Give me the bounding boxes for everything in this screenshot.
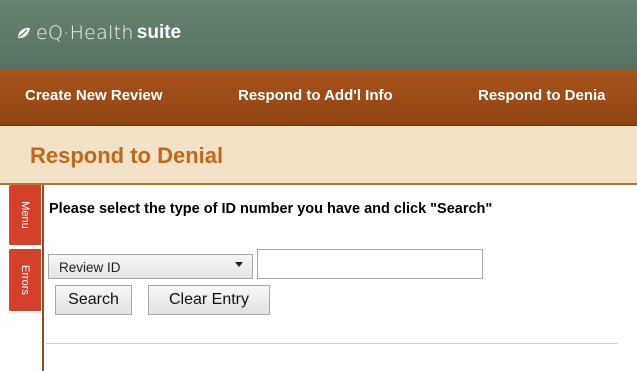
content-left-border <box>42 185 44 371</box>
main-nav: Create New Review Respond to Add'l Info … <box>0 69 637 126</box>
nav-create-new-review[interactable]: Create New Review <box>25 87 163 104</box>
section-divider <box>46 343 618 344</box>
leaf-icon <box>18 27 30 39</box>
page-title: Respond to Denial <box>30 143 224 168</box>
id-type-selected-value: Review ID <box>59 260 121 275</box>
app-logo[interactable]: eQ·Health suite <box>16 20 181 46</box>
title-divider <box>0 183 637 185</box>
nav-respond-addl-info[interactable]: Respond to Add'l Info <box>238 87 393 104</box>
logo-text: eQ·Health <box>36 22 134 44</box>
search-instruction: Please select the type of ID number you … <box>49 201 493 217</box>
errors-tab-label: Errors <box>18 265 31 295</box>
search-button[interactable]: Search <box>55 285 132 315</box>
app-header: eQ·Health suite <box>0 0 637 69</box>
menu-tab[interactable]: Menu <box>9 185 41 245</box>
chevron-down-icon <box>235 262 243 267</box>
menu-tab-label: Menu <box>19 201 31 229</box>
nav-respond-to-denial[interactable]: Respond to Denia <box>478 87 606 104</box>
errors-tab[interactable]: Errors <box>9 249 41 311</box>
id-number-input[interactable] <box>257 249 483 279</box>
clear-entry-button[interactable]: Clear Entry <box>148 285 270 315</box>
logo-suite-text: suite <box>136 22 182 43</box>
id-type-select[interactable]: Review ID <box>48 254 253 279</box>
